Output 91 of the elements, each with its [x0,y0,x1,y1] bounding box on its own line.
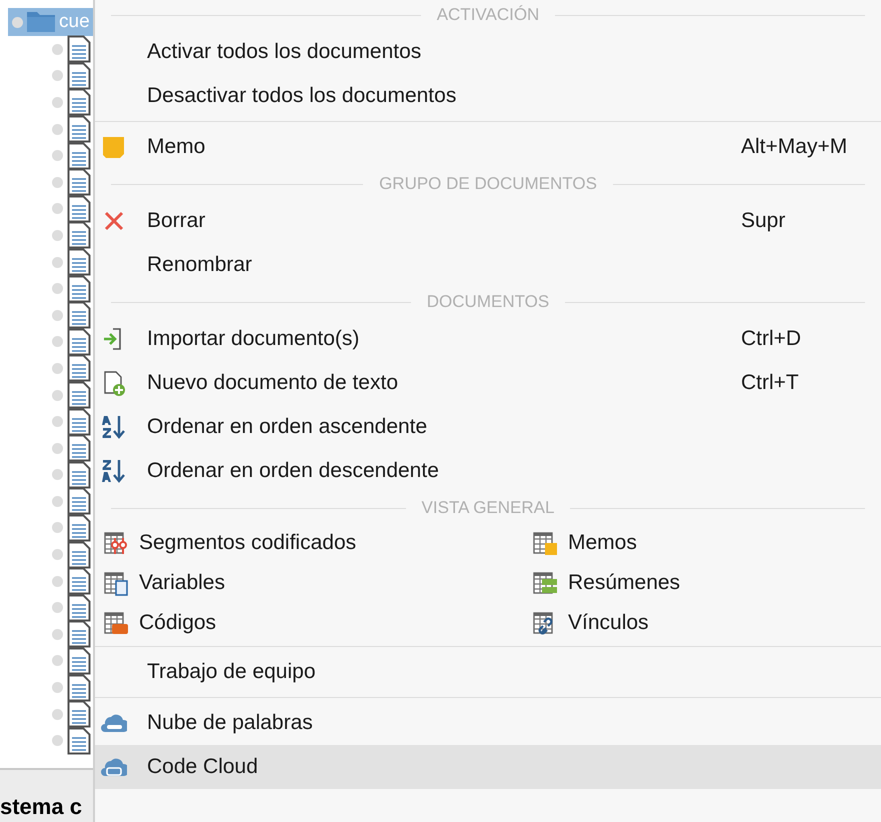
menu-item[interactable]: Memos [524,523,881,563]
status-dot [52,150,63,162]
document-icon[interactable] [67,620,91,648]
menu-item[interactable]: Resúmenes [524,563,881,603]
document-icon[interactable] [67,115,91,144]
status-text: stema c [0,794,82,820]
status-dot [52,682,63,694]
document-icon[interactable] [67,381,91,410]
menu-item[interactable]: Activar todos los documentos [95,30,881,74]
document-icon[interactable] [67,194,91,223]
status-dot [52,390,63,401]
folder-icon [26,11,56,33]
status-dot [52,256,63,268]
document-icon[interactable] [67,62,91,90]
document-icon[interactable] [67,487,91,516]
menu-item[interactable]: Trabajo de equipo [95,650,881,694]
menu-item[interactable]: Renombrar [95,243,881,287]
status-dot [52,522,63,534]
menu-item[interactable]: Ordenar en orden descendente [95,449,881,493]
status-dot [52,283,63,294]
menu-item[interactable]: Desactivar todos los documentos [95,74,881,118]
menu-item[interactable]: Ordenar en orden ascendente [95,405,881,449]
status-dot [52,655,63,666]
status-dot [52,496,63,507]
document-icon[interactable] [67,674,91,702]
document-icon[interactable] [67,408,91,436]
document-icon[interactable] [67,540,91,569]
menu-item[interactable]: Importar documento(s) Ctrl+D [95,317,881,361]
document-icon[interactable] [67,646,91,675]
shortcut-label: Ctrl+T [741,371,799,395]
status-dot [52,176,63,188]
document-icon[interactable] [67,514,91,542]
status-dot [52,708,63,720]
document-icon[interactable] [67,88,91,116]
document-icon[interactable] [67,168,91,196]
document-icon[interactable] [67,221,91,250]
document-icon[interactable] [67,594,91,622]
menu-item[interactable]: Borrar Supr [95,199,881,243]
table-document-icon [103,570,129,596]
status-dot [52,549,63,560]
menu-item[interactable]: Nuevo documento de texto Ctrl+T [95,361,881,405]
table-segments-icon [103,530,129,556]
status-dot [52,442,63,454]
document-icon[interactable] [67,460,91,489]
document-icon[interactable] [67,328,91,356]
status-dot [52,416,63,428]
document-icon[interactable] [67,434,91,462]
section-header: ACTIVACIÓN [436,5,540,25]
status-dot [52,70,63,82]
document-icon[interactable] [67,274,91,303]
menu-item[interactable]: Códigos [95,603,524,643]
document-icon[interactable] [67,700,91,728]
menu-item[interactable]: Nube de palabras [95,701,881,745]
document-icon[interactable] [67,301,91,330]
folder-label: cue [59,11,90,33]
table-summary-icon [532,570,558,596]
status-dot [52,628,63,640]
status-dot [52,44,63,55]
section-header: GRUPO DE DOCUMENTOS [379,174,597,194]
menu-item[interactable]: Variables [95,563,524,603]
sort-ascending-icon [101,414,127,440]
menu-item[interactable]: Segmentos codificados [95,523,524,563]
sort-descending-icon [101,458,127,484]
menu-item[interactable]: Code Cloud [95,745,881,789]
document-icon[interactable] [67,726,91,755]
document-icon[interactable] [67,354,91,382]
table-note-icon [532,530,558,556]
status-dot [52,602,63,614]
shortcut-label: Ctrl+D [741,327,802,351]
document-icon[interactable] [67,567,91,596]
status-dot [52,469,63,480]
shortcut-label: Alt+May+M [741,135,848,159]
status-dot [52,96,63,108]
status-dot [52,230,63,241]
status-dot [52,735,63,746]
sticky-note-icon [101,134,127,160]
status-dot [52,124,63,135]
document-icon[interactable] [67,248,91,276]
document-icon[interactable] [67,142,91,170]
section-header: VISTA GENERAL [422,498,554,518]
status-dot [52,362,63,374]
status-dot [52,203,63,214]
menu-item[interactable]: Vínculos [524,603,881,643]
document-icon[interactable] [67,35,91,64]
status-dot [52,576,63,587]
menu-item[interactable]: Memo Alt+May+M [95,125,881,169]
status-dot [52,310,63,321]
status-dot [52,336,63,348]
section-header: DOCUMENTOS [426,292,550,312]
table-tag-icon [103,610,129,636]
shortcut-label: Supr [741,209,786,233]
